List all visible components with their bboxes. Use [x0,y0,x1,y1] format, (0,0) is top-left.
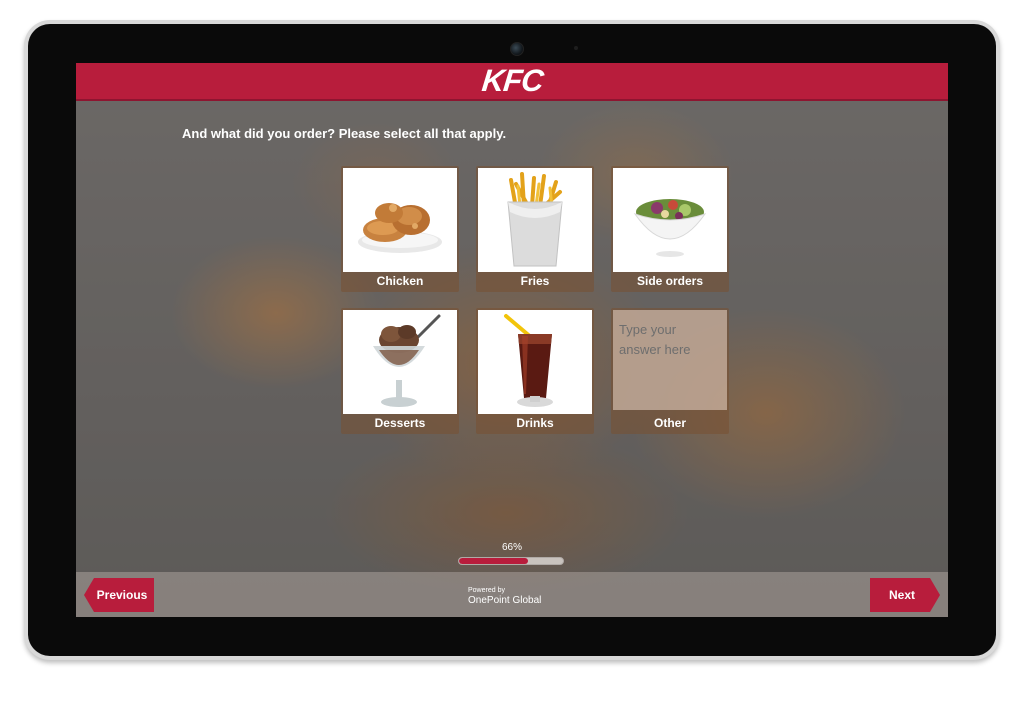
onepoint-global-brand: OnePoint Global [468,595,542,606]
other-answer-input[interactable] [613,310,727,410]
next-button[interactable]: Next [870,578,940,612]
sundae-icon [373,314,441,407]
option-drinks[interactable]: Drinks [476,308,594,434]
question-text: And what did you order? Please select al… [182,126,507,141]
option-fries[interactable]: Fries [476,166,594,292]
option-image [343,310,457,414]
fries-icon [507,172,563,267]
camera-icon [510,42,524,56]
option-image [613,168,727,272]
option-chicken[interactable]: Chicken [341,166,459,292]
kfc-logo: KFC [479,63,545,98]
option-side-orders[interactable]: Side orders [611,166,729,292]
option-image [343,168,457,272]
option-other[interactable]: Other [611,308,729,434]
option-desserts[interactable]: Desserts [341,308,459,434]
option-image [478,168,592,272]
progress-percentage: 66% [501,542,522,553]
footer-bar: Previous Powered by OnePoint Global Next [76,572,948,617]
option-image [478,310,592,414]
fried-chicken-icon [358,203,442,253]
option-label: Drinks [516,416,554,430]
progress-bar [458,557,564,565]
previous-button[interactable]: Previous [84,578,154,612]
soda-glass-icon [504,314,553,407]
option-label: Other [653,416,686,430]
sensor-dot [574,46,578,50]
survey-screen: KFC And what did you order? Please selec… [76,63,948,617]
powered-by: Powered by OnePoint Global [468,586,541,606]
progress-fill [459,558,528,564]
option-label: Side orders [636,274,704,288]
option-label: Desserts [374,416,426,430]
option-label: Chicken [376,274,424,288]
option-label: Fries [520,274,550,288]
salad-bowl-icon [633,199,707,257]
brand-header: KFC [76,63,948,101]
